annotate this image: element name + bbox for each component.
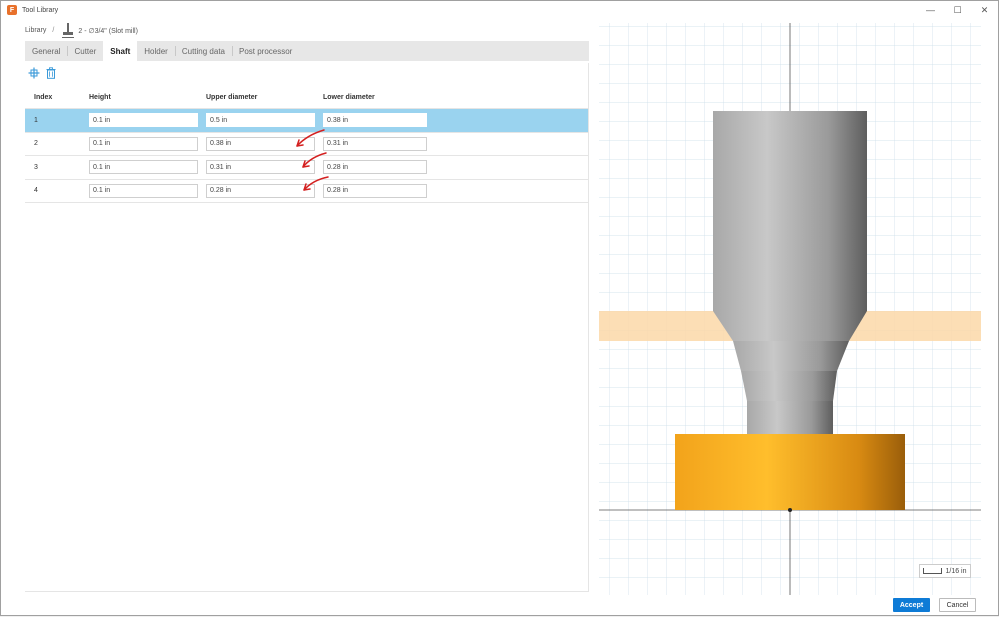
tool-preview-viewport[interactable] bbox=[599, 23, 981, 595]
header-height: Height bbox=[89, 94, 111, 101]
row-index: 3 bbox=[34, 163, 38, 171]
fusion-app-icon: F bbox=[7, 5, 17, 15]
close-icon[interactable]: ✕ bbox=[971, 1, 998, 19]
breadcrumb-tool-name: 2 - ∅3/4" (Slot mill) bbox=[78, 27, 138, 35]
table-row[interactable]: 1 0.1 in 0.5 in 0.38 in bbox=[25, 109, 589, 133]
breadcrumb-library[interactable]: Library bbox=[25, 27, 46, 34]
tool-editor-pane: Library / 2 - ∅3/4" (Slot mill) General … bbox=[1, 19, 595, 599]
minimize-icon[interactable]: — bbox=[917, 1, 944, 19]
tab-holder[interactable]: Holder bbox=[137, 41, 175, 61]
scale-label: 1/16 in bbox=[945, 567, 967, 575]
shaft-segment-2 bbox=[733, 341, 849, 371]
cancel-button[interactable]: Cancel bbox=[939, 598, 976, 612]
height-field[interactable]: 0.1 in bbox=[89, 183, 198, 198]
tab-shaft[interactable]: Shaft bbox=[103, 41, 138, 61]
tab-post-processor[interactable]: Post processor bbox=[231, 41, 299, 61]
lower-diameter-field[interactable]: 0.38 in bbox=[323, 113, 427, 128]
row-index: 2 bbox=[34, 140, 38, 148]
lower-diameter-field[interactable]: 0.28 in bbox=[323, 183, 427, 198]
table-row[interactable]: 2 0.1 in 0.38 in 0.31 in bbox=[25, 133, 589, 156]
tool-preview-canvas bbox=[599, 23, 981, 595]
shaft-segments-table: Index Height Upper diameter Lower diamet… bbox=[25, 87, 589, 203]
table-row[interactable]: 4 0.1 in 0.28 in 0.28 in bbox=[25, 180, 589, 203]
title-bar: F Tool Library — ☐ ✕ bbox=[1, 1, 998, 19]
row-index: 1 bbox=[34, 116, 38, 124]
slot-mill-icon bbox=[62, 22, 75, 39]
upper-diameter-field[interactable]: 0.31 in bbox=[206, 160, 315, 175]
window-controls: — ☐ ✕ bbox=[917, 1, 998, 19]
row-index: 4 bbox=[34, 187, 38, 195]
add-segment-icon[interactable] bbox=[28, 67, 40, 79]
breadcrumb: Library / 2 - ∅3/4" (Slot mill) bbox=[25, 22, 138, 39]
tab-general[interactable]: General bbox=[25, 41, 67, 61]
breadcrumb-separator: / bbox=[52, 27, 55, 34]
table-header: Index Height Upper diameter Lower diamet… bbox=[25, 87, 589, 109]
shaft-segment-1 bbox=[713, 311, 867, 341]
height-field[interactable]: 0.1 in bbox=[89, 160, 198, 175]
shaft-body bbox=[713, 111, 867, 311]
accept-button[interactable]: Accept bbox=[893, 598, 930, 612]
upper-diameter-field[interactable]: 0.28 in bbox=[206, 183, 315, 198]
maximize-icon[interactable]: ☐ bbox=[944, 1, 971, 19]
shaft-segment-3 bbox=[741, 371, 837, 401]
header-lower-diameter: Lower diameter bbox=[323, 94, 375, 101]
pane-border bbox=[25, 591, 589, 592]
upper-diameter-field[interactable]: 0.5 in bbox=[206, 113, 315, 128]
scale-indicator: 1/16 in bbox=[919, 564, 971, 578]
table-row[interactable]: 3 0.1 in 0.31 in 0.28 in bbox=[25, 156, 589, 180]
upper-diameter-field[interactable]: 0.38 in bbox=[206, 136, 315, 151]
origin-point bbox=[788, 508, 792, 512]
header-index: Index bbox=[34, 94, 53, 101]
height-field[interactable]: 0.1 in bbox=[89, 136, 198, 151]
window-title: Tool Library bbox=[22, 6, 59, 14]
tab-bar: General Cutter Shaft Holder Cutting data… bbox=[25, 41, 589, 61]
pane-border bbox=[588, 63, 589, 591]
tool-library-window: F Tool Library — ☐ ✕ Library / 2 - ∅3/4"… bbox=[0, 0, 999, 616]
shaft-segment-4 bbox=[747, 401, 833, 434]
scale-bar-icon bbox=[923, 568, 943, 574]
tab-cutting-data[interactable]: Cutting data bbox=[174, 41, 232, 61]
tab-cutter[interactable]: Cutter bbox=[67, 41, 103, 61]
cutter-body bbox=[675, 434, 905, 510]
lower-diameter-field[interactable]: 0.28 in bbox=[323, 160, 427, 175]
dialog-footer: Accept Cancel bbox=[1, 595, 998, 615]
height-field[interactable]: 0.1 in bbox=[89, 113, 198, 128]
trash-icon[interactable] bbox=[45, 67, 57, 79]
segment-toolbar bbox=[25, 65, 57, 81]
lower-diameter-field[interactable]: 0.31 in bbox=[323, 136, 427, 151]
header-upper-diameter: Upper diameter bbox=[206, 94, 258, 101]
